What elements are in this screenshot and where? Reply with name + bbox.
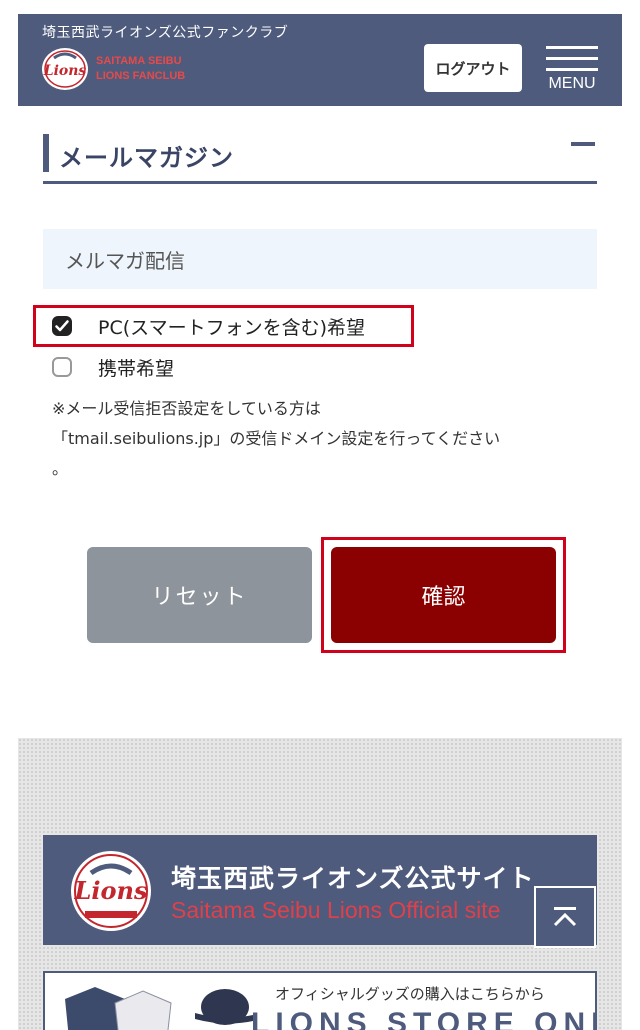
title-accent-bar bbox=[43, 134, 49, 172]
logo-text-line2: LIONS FANCLUB bbox=[96, 70, 186, 82]
logo-text-line1: SAITAMA SEIBU bbox=[96, 55, 182, 67]
lions-emblem-icon: Lions bbox=[71, 851, 151, 931]
note-line-1: ※メール受信拒否設定をしている方は bbox=[52, 399, 321, 418]
header-subtitle: 埼玉西武ライオンズ公式ファンクラブ bbox=[42, 25, 289, 41]
logout-button[interactable]: ログアウト bbox=[424, 44, 522, 92]
confirm-button[interactable]: 確認 bbox=[331, 547, 556, 643]
scroll-to-top-button[interactable] bbox=[534, 886, 596, 948]
logo-text: SAITAMA SEIBU LIONS FANCLUB bbox=[96, 54, 185, 84]
menu-button[interactable]: MENU bbox=[542, 42, 602, 98]
chevron-up-icon bbox=[553, 907, 577, 927]
official-site-banner[interactable]: Lions 埼玉西武ライオンズ公式サイト Saitama Seibu Lions… bbox=[43, 835, 597, 945]
option-pc[interactable]: PC(スマートフォンを含む)希望 bbox=[52, 311, 365, 341]
store-online-banner[interactable]: オフィシャルグッズの購入はこちらから LIONS STORE ONLINE bbox=[43, 971, 597, 1030]
lions-logo-icon[interactable]: Lions bbox=[40, 46, 90, 92]
official-site-title: 埼玉西武ライオンズ公式サイト bbox=[171, 864, 535, 893]
section-header[interactable]: メールマガジン bbox=[43, 132, 597, 184]
site-header: 埼玉西武ライオンズ公式ファンクラブ Lions SAITAMA SEIBU LI… bbox=[18, 14, 622, 106]
checkbox-unchecked-icon[interactable] bbox=[52, 357, 72, 377]
domain-note: ※メール受信拒否設定をしている方は 「tmail.seibulions.jp」の… bbox=[52, 394, 600, 484]
reset-button[interactable]: リセット bbox=[87, 547, 312, 643]
svg-text:Lions: Lions bbox=[43, 63, 87, 79]
official-site-en: Saitama Seibu Lions Official site bbox=[171, 897, 501, 923]
checkbox-checked-icon[interactable] bbox=[52, 316, 72, 336]
menu-label: MENU bbox=[548, 75, 596, 92]
collapse-minus-icon[interactable] bbox=[571, 142, 595, 146]
store-name: LIONS STORE ONLINE bbox=[251, 1007, 595, 1030]
note-line-2: 「tmail.seibulions.jp」の受信ドメイン設定を行ってください bbox=[52, 429, 501, 448]
note-line-3: 。 bbox=[52, 459, 69, 478]
svg-text:Lions: Lions bbox=[74, 876, 148, 905]
option-mobile-label[interactable]: 携帯希望 bbox=[98, 354, 174, 381]
mailmag-subheading: メルマガ配信 bbox=[43, 229, 597, 289]
option-mobile[interactable]: 携帯希望 bbox=[52, 352, 174, 382]
section-title: メールマガジン bbox=[59, 144, 234, 172]
store-caption: オフィシャルグッズの購入はこちらから bbox=[275, 985, 545, 1003]
goods-image-icon bbox=[65, 987, 253, 1030]
option-pc-label[interactable]: PC(スマートフォンを含む)希望 bbox=[98, 313, 365, 340]
